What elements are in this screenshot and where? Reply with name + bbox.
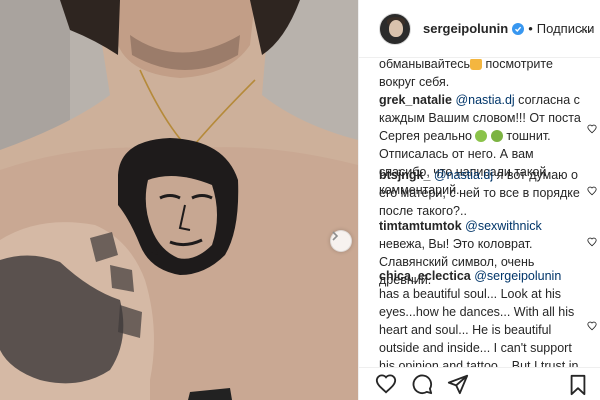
comment-item: btsjngk_ @nastia.dj я вот думаю о его ма…: [379, 166, 584, 220]
comment-item: обманывайтесь посмотрите вокруг себя.: [379, 59, 584, 91]
post-photo[interactable]: [0, 0, 358, 400]
comment-username[interactable]: btsjngk_: [379, 168, 430, 182]
hand-emoji-icon: [470, 59, 483, 70]
comment-mention[interactable]: @sexwithnick: [465, 219, 542, 233]
comment-icon[interactable]: [411, 373, 433, 395]
author-username[interactable]: sergeipolunin: [423, 21, 508, 36]
verified-badge-icon: [512, 22, 525, 35]
post-image: [0, 0, 358, 400]
comment-username[interactable]: chica_eclectica: [379, 269, 471, 283]
more-options-icon[interactable]: ⋯: [579, 22, 594, 39]
comment-mention[interactable]: @nastia.dj: [455, 93, 514, 107]
comments-list[interactable]: обманывайтесь посмотрите вокруг себя. gr…: [359, 59, 600, 367]
comment-mention[interactable]: @sergeipolunin: [474, 269, 561, 283]
comment-mention[interactable]: @nastia.dj: [434, 168, 493, 182]
like-comment-heart-icon[interactable]: [587, 186, 597, 196]
nauseated-emoji-icon: [475, 130, 488, 142]
post-sidebar: sergeipolunin • Подписки ⋯ обманывайтесь…: [358, 0, 600, 400]
bookmark-icon[interactable]: [567, 374, 589, 396]
post-header: sergeipolunin • Подписки ⋯: [359, 0, 600, 58]
vomit-emoji-icon: [490, 130, 503, 142]
comment-text: has a beautiful soul... Look at his eyes…: [379, 287, 579, 367]
comment-item: chica_eclectica @sergeipolunin has a bea…: [379, 267, 584, 367]
post-actions-bar: [359, 367, 600, 400]
comment-username[interactable]: timtamtumtok: [379, 219, 462, 233]
comment-username[interactable]: grek_natalie: [379, 93, 452, 107]
avatar[interactable]: [379, 12, 411, 45]
like-comment-heart-icon[interactable]: [587, 321, 597, 331]
carousel-next-button[interactable]: [330, 230, 352, 252]
like-comment-heart-icon[interactable]: [587, 124, 597, 134]
share-icon[interactable]: [447, 373, 469, 395]
chevron-right-icon: [332, 231, 339, 241]
like-comment-heart-icon[interactable]: [587, 237, 597, 247]
header-separator: •: [528, 21, 533, 36]
heart-icon[interactable]: [375, 373, 397, 395]
comment-text: обманывайтесь: [379, 59, 471, 71]
